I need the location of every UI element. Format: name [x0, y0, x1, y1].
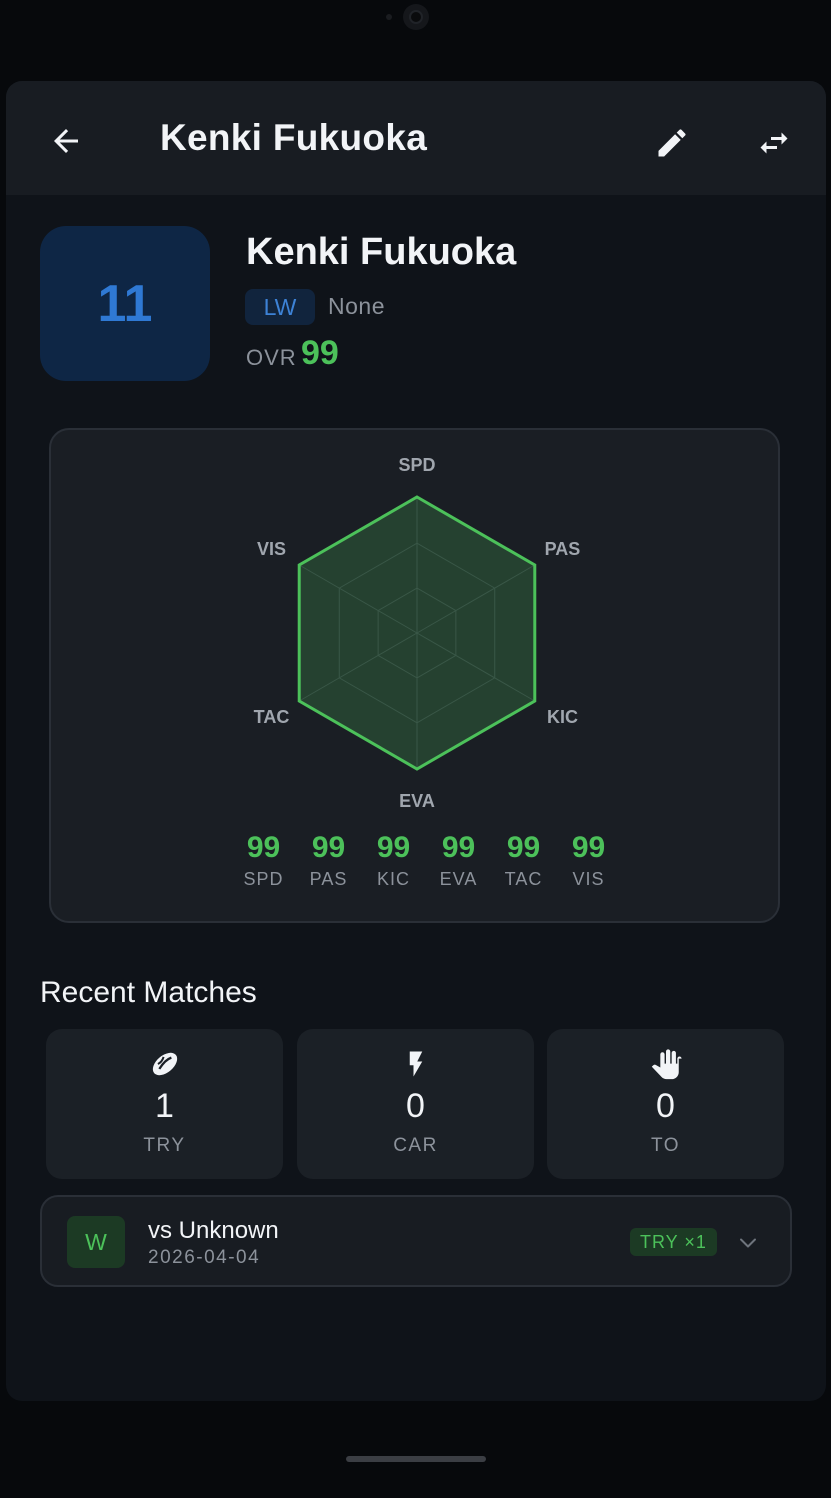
lightning-icon — [409, 1051, 422, 1077]
swap-arrows-icon — [760, 132, 788, 154]
stat-label-spd: SPD — [243, 869, 284, 889]
match-opponent: vs Unknown — [148, 1217, 279, 1244]
top-app-bar: Kenki Fukuoka — [6, 81, 826, 195]
stat-value-tac: 99 — [506, 831, 541, 864]
stat-label-eva: EVA — [439, 869, 478, 889]
swap-button[interactable] — [752, 121, 796, 165]
stat-eva: 99 EVA — [426, 830, 491, 892]
player-name: Kenki Fukuoka — [246, 231, 517, 273]
stat-label-kic: KIC — [376, 869, 410, 889]
summary-card-turnovers: 0 TO — [547, 1029, 784, 1179]
stat-spd: 99 SPD — [231, 830, 296, 892]
front-camera — [403, 4, 429, 30]
turnovers-label: TO — [650, 1135, 681, 1156]
radar-axis-label-vis: VIS — [257, 539, 286, 559]
stat-vis: 99 VIS — [556, 830, 621, 892]
stat-value-kic: 99 — [376, 831, 411, 864]
page-title: Kenki Fukuoka — [160, 117, 428, 158]
stat-tac: 99 TAC — [491, 830, 556, 892]
ovr-value: 99 — [301, 334, 339, 372]
team-name: None — [328, 293, 385, 319]
radar-axis-label-tac: TAC — [254, 707, 290, 727]
ovr-label: OVR — [246, 345, 297, 370]
pencil-icon — [658, 129, 686, 157]
hand-icon — [651, 1049, 682, 1080]
stat-label-vis: VIS — [572, 869, 605, 889]
position-badge: LW — [245, 289, 315, 325]
recent-matches-title: Recent Matches — [40, 976, 257, 1009]
radar-series-area — [297, 495, 537, 771]
camera-sensor — [386, 14, 392, 20]
turnovers-count: 0 — [656, 1087, 675, 1125]
match-list-item[interactable]: W vs Unknown 2026-04-04 TRY ×1 — [40, 1195, 792, 1287]
stat-value-eva: 99 — [441, 831, 476, 864]
summary-card-try: 1 TRY — [46, 1029, 283, 1179]
chevron-down-icon[interactable] — [736, 1231, 760, 1255]
home-indicator[interactable] — [346, 1456, 486, 1462]
jersey-number-avatar: 11 — [40, 226, 210, 381]
radar-axis-label-eva: EVA — [399, 791, 435, 811]
match-result-badge: W — [67, 1216, 125, 1268]
attribute-radar-card: SPD PAS KIC EVA TAC VIS 99 SPD 99 PAS 99 KIC 99 EVA 9… — [49, 428, 780, 923]
carries-count: 0 — [406, 1087, 425, 1125]
stat-pas: 99 PAS — [296, 830, 361, 892]
stat-label-tac: TAC — [504, 869, 543, 889]
carries-label: CAR — [393, 1135, 438, 1156]
radar-axis-label-kic: KIC — [547, 707, 578, 727]
try-label: TRY — [143, 1135, 186, 1156]
player-detail-screen: Kenki Fukuoka 11 Kenki Fukuoka LW None O… — [6, 81, 826, 1401]
stat-value-spd: 99 — [246, 831, 281, 864]
stat-value-vis: 99 — [571, 831, 606, 864]
match-date: 2026-04-04 — [148, 1247, 261, 1268]
edit-button[interactable] — [650, 121, 694, 165]
attribute-values-row: 99 SPD 99 PAS 99 KIC 99 EVA 99 TAC 99 VIS — [231, 830, 621, 900]
stat-kic: 99 KIC — [361, 830, 426, 892]
arrow-left-icon — [54, 129, 78, 153]
radar-axis-label-pas: PAS — [545, 539, 581, 559]
back-button[interactable] — [44, 119, 88, 163]
summary-card-carries: 0 CAR — [297, 1029, 534, 1179]
stat-value-pas: 99 — [311, 831, 346, 864]
jersey-number: 11 — [97, 274, 153, 333]
match-try-chip: TRY ×1 — [630, 1228, 717, 1256]
try-count: 1 — [155, 1087, 174, 1125]
stat-label-pas: PAS — [309, 869, 348, 889]
rugby-ball-icon — [152, 1052, 177, 1076]
radar-axis-label-spd: SPD — [398, 455, 435, 475]
